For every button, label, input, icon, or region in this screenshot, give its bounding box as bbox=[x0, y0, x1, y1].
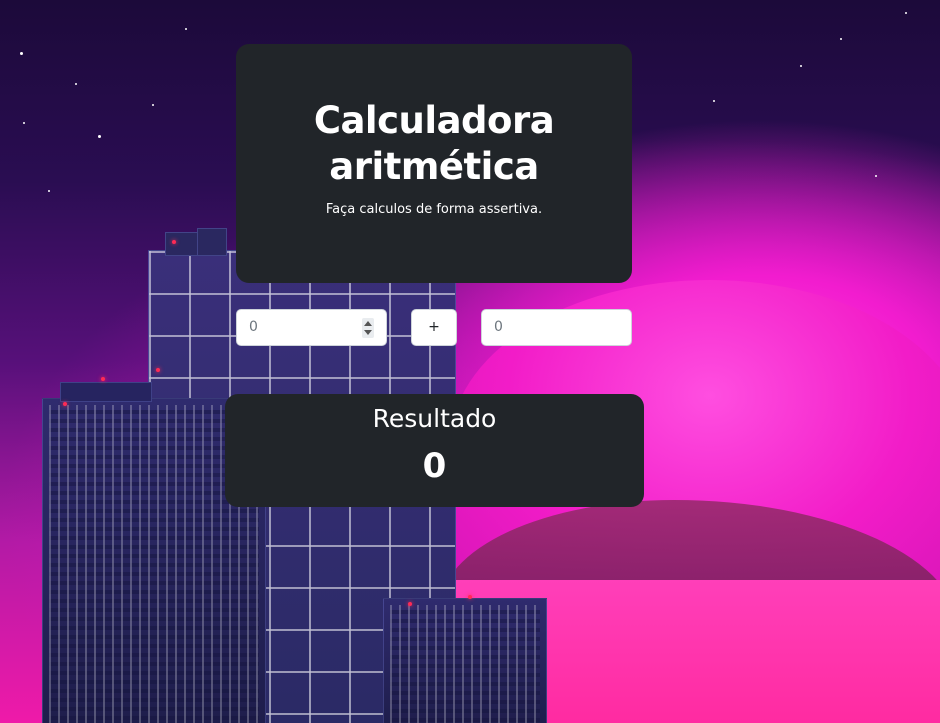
star-decoration bbox=[98, 135, 101, 138]
page-subtitle: Faça calculos de forma assertiva. bbox=[325, 202, 543, 217]
header-card: Calculadora aritmética Faça calculos de … bbox=[236, 44, 632, 283]
star-decoration bbox=[185, 28, 187, 30]
second-number-value: 0 bbox=[494, 319, 503, 335]
result-label: Resultado bbox=[372, 404, 497, 433]
star-decoration bbox=[840, 38, 842, 40]
star-decoration bbox=[75, 83, 77, 85]
star-decoration bbox=[800, 65, 802, 67]
building-windows-decoration bbox=[390, 605, 540, 723]
star-decoration bbox=[20, 52, 23, 55]
first-number-value: 0 bbox=[249, 319, 258, 335]
building-decoration bbox=[60, 382, 152, 402]
star-decoration bbox=[23, 122, 25, 124]
star-decoration bbox=[713, 100, 715, 102]
red-light-decoration bbox=[408, 602, 412, 606]
building-decoration bbox=[383, 598, 547, 723]
page-title: Calculadora aritmética bbox=[313, 99, 555, 188]
result-card: Resultado 0 bbox=[225, 394, 644, 507]
star-decoration bbox=[152, 104, 154, 106]
second-number-input[interactable]: 0 bbox=[481, 309, 632, 346]
red-light-decoration bbox=[101, 377, 105, 381]
building-decoration bbox=[197, 228, 227, 256]
operator-button[interactable]: + bbox=[411, 309, 457, 346]
spinner-down-icon[interactable] bbox=[364, 330, 372, 335]
red-light-decoration bbox=[63, 402, 67, 406]
operator-label: + bbox=[428, 319, 440, 335]
star-decoration bbox=[875, 175, 877, 177]
first-number-input[interactable]: 0 bbox=[236, 309, 387, 346]
star-decoration bbox=[905, 12, 907, 14]
red-light-decoration bbox=[468, 595, 472, 599]
spinner-up-icon[interactable] bbox=[364, 321, 372, 326]
number-spinner[interactable] bbox=[362, 318, 374, 338]
page-background: Calculadora aritmética Faça calculos de … bbox=[0, 0, 940, 723]
red-light-decoration bbox=[156, 368, 160, 372]
red-light-decoration bbox=[172, 240, 176, 244]
star-decoration bbox=[48, 190, 50, 192]
result-value: 0 bbox=[422, 446, 447, 486]
